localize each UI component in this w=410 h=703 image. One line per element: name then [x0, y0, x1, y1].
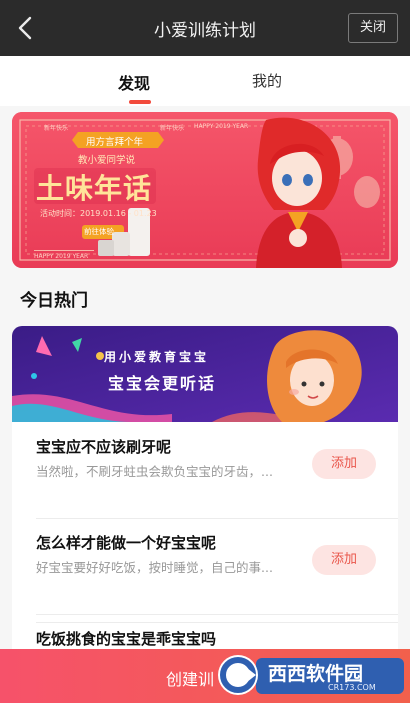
watermark-text: 西西软件园 [268, 663, 364, 685]
watermark-logo: 西西软件园 CR173.COM [212, 650, 406, 700]
list-item[interactable]: 宝宝应不应该刷牙呢 当然啦，不刷牙蛀虫会欺负宝宝的牙齿，... 添加 [12, 422, 398, 518]
card-banner-line1: 用小爱教育宝宝 [104, 350, 210, 364]
add-button[interactable]: 添加 [312, 449, 376, 479]
title-bar: 小爱训练计划 关闭 [0, 0, 410, 56]
add-button[interactable]: 添加 [312, 545, 376, 575]
hot-list-card: 用小爱教育宝宝 宝宝会更听话 宝宝应不应该刷牙呢 当然啦，不刷牙蛀虫会欺负宝宝的… [12, 326, 398, 703]
item-desc: 当然啦，不刷牙蛀虫会欺负宝宝的牙齿，... [36, 464, 273, 479]
tab-mine[interactable]: 我的 [252, 70, 282, 91]
watermark-url: CR173.COM [328, 683, 376, 692]
promo-headline: 土味年话 [36, 172, 153, 205]
tab-discover[interactable]: 发现 [118, 70, 150, 94]
section-title-hot-today: 今日热门 [20, 291, 88, 311]
promo-cta-button[interactable]: 前往体验 [84, 226, 114, 237]
promo-date: 活动时间：2019.01.16 - 01.23 [40, 209, 157, 218]
item-title: 吃饭挑食的宝宝是乖宝宝吗 [36, 630, 217, 648]
card-banner-line2: 宝宝会更听话 [108, 374, 217, 393]
tab-bar: 发现 我的 [0, 56, 410, 106]
card-banner[interactable]: 用小爱教育宝宝 宝宝会更听话 [12, 326, 398, 422]
active-tab-indicator [129, 100, 151, 104]
item-title: 怎么样才能做一个好宝宝呢 [36, 534, 217, 552]
create-plan-label: 创建训 [166, 670, 215, 689]
promo-banner[interactable]: 用方言拜个年 教小爱同学说 土味年话 活动时间：2019.01.16 - 01.… [12, 112, 398, 268]
promo-ribbon-text: 用方言拜个年 [86, 137, 144, 148]
promo-tag-top: HAPPY 2019 YEAR [194, 123, 249, 130]
main-content: 用方言拜个年 教小爱同学说 土味年话 活动时间：2019.01.16 - 01.… [0, 106, 410, 703]
promo-decor-top-center: 新年快乐 [160, 125, 185, 132]
close-button[interactable]: 关闭 [348, 13, 398, 43]
item-title: 宝宝应不应该刷牙呢 [36, 438, 172, 456]
item-desc: 好宝宝要好好吃饭，按时睡觉，自己的事... [36, 560, 273, 575]
promo-tag-left: HAPPY 2019 YEAR [34, 253, 89, 260]
divider [36, 518, 398, 519]
promo-subtitle: 教小爱同学说 [78, 155, 136, 166]
list-item[interactable]: 怎么样才能做一个好宝宝呢 好宝宝要好好吃饭，按时睡觉，自己的事... 添加 [12, 518, 398, 614]
promo-decor-top-left: 新年快乐 [44, 125, 69, 132]
